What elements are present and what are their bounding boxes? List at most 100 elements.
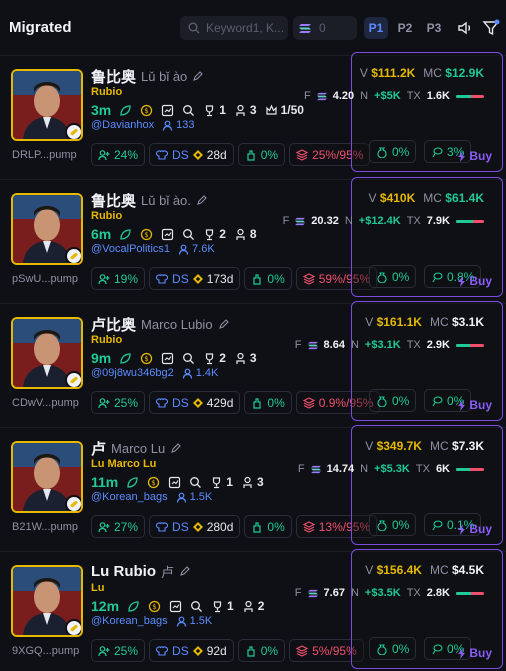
twitter-handle[interactable]: @VocalPolitics1 bbox=[91, 243, 170, 255]
dev-holding-chip[interactable]: 0% bbox=[369, 513, 417, 536]
holders-chip[interactable]: 25% bbox=[91, 639, 146, 662]
twitter-handle[interactable]: @Davianhox bbox=[91, 119, 154, 131]
search-icon[interactable] bbox=[189, 476, 202, 489]
leaf-icon[interactable] bbox=[119, 352, 132, 365]
token-avatar[interactable] bbox=[11, 565, 83, 637]
token-address[interactable]: CDwV...pump bbox=[12, 397, 102, 409]
fees-net-tx-line: F 4.20 N +$5K TX 1.6K bbox=[304, 90, 484, 102]
mc-value: $3.1K bbox=[451, 315, 484, 329]
quick-buy-panel[interactable]: V $410K MC $61.4K F 20.32 N +$12.4K TX 7… bbox=[283, 177, 503, 297]
twitter-user[interactable]: @Korean_bags 1.5K bbox=[91, 615, 212, 627]
leaf-icon[interactable] bbox=[119, 104, 132, 117]
pill-icon bbox=[65, 123, 81, 139]
edit-icon[interactable] bbox=[192, 71, 204, 82]
metric-chips: 19% DS 173d 0% 59%/95% bbox=[91, 267, 378, 290]
search-input[interactable]: Keyword1, K... bbox=[180, 16, 288, 40]
twitter-handle[interactable]: @09j8wu346bg2 bbox=[91, 367, 174, 379]
svg-text:$: $ bbox=[152, 479, 156, 487]
edit-icon[interactable] bbox=[218, 319, 229, 330]
twitter-user[interactable]: @09j8wu346bg2 1.4K bbox=[91, 367, 218, 379]
net-label: N bbox=[344, 215, 353, 227]
token-avatar[interactable] bbox=[11, 193, 83, 265]
twitter-handle[interactable]: @Korean_bags bbox=[91, 491, 168, 503]
chef-icon bbox=[244, 600, 253, 612]
dev-holding-chip[interactable]: 0% bbox=[369, 637, 417, 660]
buy-button[interactable]: Buy bbox=[457, 646, 492, 660]
holders-chip[interactable]: 19% bbox=[91, 267, 146, 290]
dev-holding-chip[interactable]: 0% bbox=[369, 140, 417, 163]
coin-icon[interactable]: $ bbox=[148, 600, 161, 613]
holders-chip[interactable]: 25% bbox=[91, 391, 146, 414]
chart-note-icon[interactable] bbox=[168, 476, 181, 489]
search-icon[interactable] bbox=[190, 600, 203, 613]
buy-button[interactable]: Buy bbox=[457, 274, 492, 288]
holders-chip[interactable]: 24% bbox=[91, 143, 146, 166]
search-icon[interactable] bbox=[182, 104, 195, 117]
volume-label: V bbox=[359, 66, 368, 80]
net-value: +$3.5K bbox=[364, 587, 401, 599]
token-avatar[interactable] bbox=[11, 317, 83, 389]
dev-sold-chip[interactable]: DS 429d bbox=[149, 391, 241, 414]
token-address[interactable]: 9XGQ...pump bbox=[12, 645, 102, 657]
coin-icon[interactable]: $ bbox=[140, 352, 153, 365]
leaf-icon[interactable] bbox=[127, 600, 140, 613]
holders-chip[interactable]: 27% bbox=[91, 515, 146, 538]
token-avatar[interactable] bbox=[11, 441, 83, 513]
tab-p2[interactable]: P2 bbox=[393, 17, 417, 39]
dev-sold-chip[interactable]: DS 28d bbox=[149, 143, 234, 166]
chart-note-icon[interactable] bbox=[161, 352, 174, 365]
leaf-icon[interactable] bbox=[126, 476, 139, 489]
twitter-user[interactable]: @VocalPolitics1 7.6K bbox=[91, 243, 215, 255]
lightning-icon bbox=[458, 399, 466, 411]
buy-button[interactable]: Buy bbox=[457, 398, 492, 412]
pill-icon bbox=[65, 495, 81, 511]
leaf-icon[interactable] bbox=[119, 228, 132, 241]
top10-chip[interactable]: 0% bbox=[244, 267, 292, 290]
chart-note-icon[interactable] bbox=[161, 104, 174, 117]
quick-buy-panel[interactable]: V $156.4K MC $4.5K F 7.67 N +$3.5K TX 2.… bbox=[295, 549, 503, 669]
top10-chip[interactable]: 0% bbox=[237, 639, 286, 662]
mc-value: $61.4K bbox=[445, 191, 484, 205]
tx-value: 6K bbox=[435, 463, 450, 475]
buy-button[interactable]: Buy bbox=[457, 522, 492, 536]
token-address[interactable]: B21W...pump bbox=[12, 521, 102, 533]
coin-icon[interactable]: $ bbox=[140, 104, 153, 117]
top10-chip[interactable]: 0% bbox=[237, 143, 286, 166]
token-address[interactable]: pSwU...pump bbox=[12, 273, 102, 285]
chart-note-icon[interactable] bbox=[161, 228, 174, 241]
search-icon[interactable] bbox=[182, 228, 195, 241]
top10-chip[interactable]: 0% bbox=[244, 391, 292, 414]
dev-holding-chip[interactable]: 0% bbox=[369, 389, 417, 412]
filter-icon[interactable] bbox=[482, 19, 500, 37]
lightning-icon bbox=[458, 275, 466, 287]
metric-chips: 25% DS 92d 0% 5%/95% bbox=[91, 639, 364, 662]
quick-buy-panel[interactable]: V $349.7K MC $7.3K F 14.74 N +$5.3K TX 6… bbox=[298, 425, 503, 545]
tab-p3[interactable]: P3 bbox=[422, 17, 446, 39]
dev-sold-chip[interactable]: DS 92d bbox=[149, 639, 234, 662]
dev-sold-chip[interactable]: DS 173d bbox=[149, 267, 241, 290]
coin-icon[interactable]: $ bbox=[140, 228, 153, 241]
twitter-user[interactable]: @Davianhox 133 bbox=[91, 119, 195, 131]
twitter-handle[interactable]: @Korean_bags bbox=[91, 615, 168, 627]
token-avatar[interactable] bbox=[11, 69, 83, 141]
volume-icon[interactable] bbox=[456, 19, 474, 37]
edit-icon[interactable] bbox=[179, 566, 190, 577]
top10-chip[interactable]: 0% bbox=[244, 515, 292, 538]
search-placeholder: Keyword1, K... bbox=[206, 21, 285, 35]
quick-buy-panel[interactable]: V $111.2K MC $12.9K F 4.20 N +$5K TX 1.6… bbox=[304, 52, 503, 172]
sol-min-filter[interactable]: 0 bbox=[293, 16, 357, 40]
search-icon[interactable] bbox=[182, 352, 195, 365]
metric-chips: 24% DS 28d 0% 25%/95% bbox=[91, 143, 371, 166]
twitter-user[interactable]: @Korean_bags 1.5K bbox=[91, 491, 212, 503]
dev-sold-chip[interactable]: DS 280d bbox=[149, 515, 241, 538]
tab-p1[interactable]: P1 bbox=[364, 17, 388, 39]
buy-button[interactable]: Buy bbox=[457, 149, 492, 163]
edit-icon[interactable] bbox=[196, 195, 207, 206]
quick-buy-panel[interactable]: V $161.1K MC $3.1K F 8.64 N +$3.1K TX 2.… bbox=[295, 301, 503, 421]
coin-icon[interactable]: $ bbox=[147, 476, 160, 489]
solana-icon bbox=[310, 465, 321, 473]
dev-holding-chip[interactable]: 0% bbox=[369, 265, 417, 288]
chart-note-icon[interactable] bbox=[169, 600, 182, 613]
edit-icon[interactable] bbox=[170, 443, 181, 454]
token-address[interactable]: DRLP...pump bbox=[12, 149, 102, 161]
